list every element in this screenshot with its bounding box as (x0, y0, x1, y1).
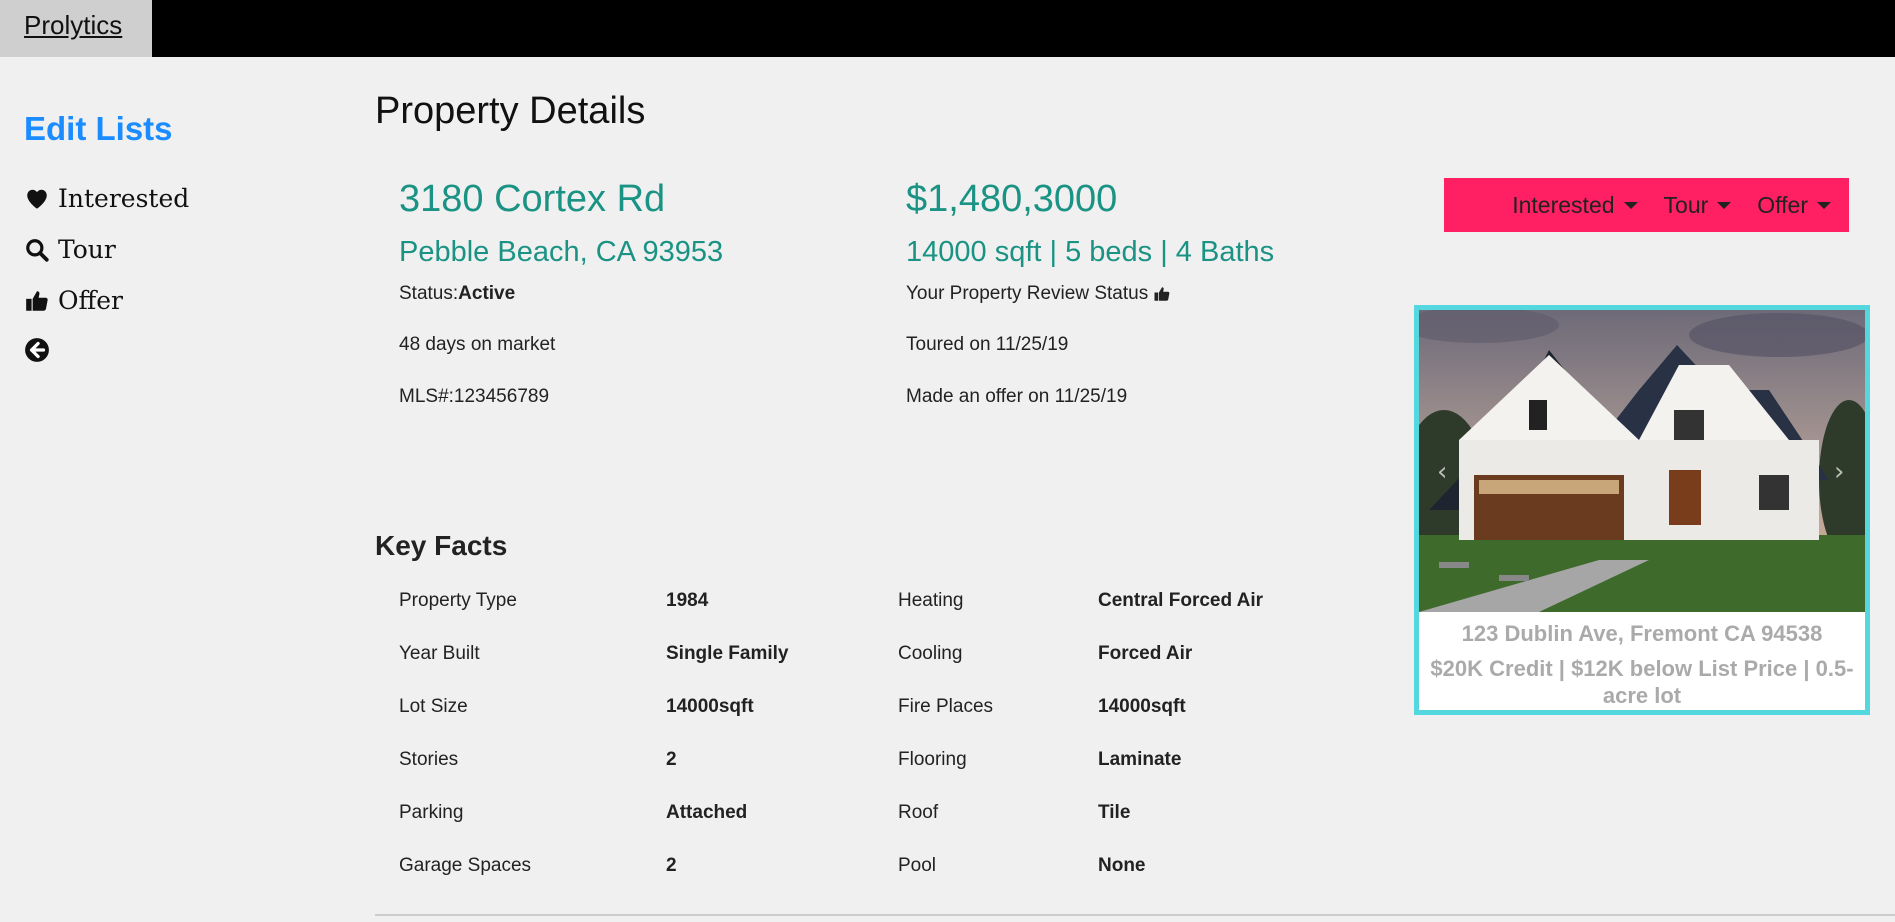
mls-number: MLS#:123456789 (399, 386, 550, 407)
property-price: $1,480,3000 (906, 178, 1118, 220)
fact-value: Attached (666, 802, 748, 823)
carousel-next-button[interactable] (1837, 470, 1865, 510)
fact-label: Stories (399, 749, 459, 770)
fact-value: Forced Air (1098, 643, 1193, 664)
fact-label: Cooling (898, 643, 963, 664)
fact-value: Tile (1098, 802, 1131, 823)
heart-icon (27, 189, 47, 209)
toured-date: Toured on 11/25/19 (906, 334, 1069, 355)
top-navbar: Prolytics (0, 0, 1895, 57)
fact-value: 14000sqft (1098, 696, 1186, 717)
fact-label: Year Built (399, 643, 480, 664)
thumbs-up-icon (1154, 287, 1170, 301)
tour-dropdown[interactable]: Tour (1664, 192, 1732, 219)
sidebar-item-offer[interactable]: Offer (24, 286, 123, 315)
fact-value: 2 (666, 749, 677, 770)
property-address-line2: Pebble Beach, CA 93953 (399, 236, 724, 268)
sidebar-item-back[interactable] (24, 337, 58, 363)
fact-label: Parking (399, 802, 464, 823)
action-bar: Interested Tour Offer (1444, 178, 1849, 232)
sidebar-item-label: Interested (58, 184, 190, 213)
property-address-line1: 3180 Cortex Rd (399, 178, 666, 220)
page-title: Property Details (375, 90, 646, 132)
fact-label: Flooring (898, 749, 967, 770)
fact-label: Roof (898, 802, 939, 823)
offer-date: Made an offer on 11/25/19 (906, 386, 1128, 407)
sidebar-item-interested[interactable]: Interested (24, 184, 189, 213)
carousel-address: 123 Dublin Ave, Fremont CA 94538 (1461, 621, 1823, 646)
divider (375, 914, 1895, 916)
interested-dropdown[interactable]: Interested (1512, 192, 1638, 219)
sidebar-title[interactable]: Edit Lists (24, 110, 173, 148)
fact-value: Single Family (666, 643, 789, 664)
fact-value: Central Forced Air (1098, 590, 1264, 611)
fact-value: None (1098, 855, 1146, 876)
search-icon (26, 238, 49, 262)
fact-label: Fire Places (898, 696, 994, 717)
review-status: Your Property Review Status (906, 283, 1171, 305)
sidebar-item-tour[interactable]: Tour (24, 235, 116, 264)
property-status: Status:Active (399, 283, 516, 304)
brand-link[interactable]: Prolytics (0, 0, 152, 57)
carousel-prev-button[interactable] (1419, 470, 1447, 510)
fact-label: Heating (898, 590, 964, 611)
thumbs-up-icon (26, 290, 48, 311)
sidebar-item-label: Offer (58, 286, 124, 315)
caret-down-icon (1717, 201, 1732, 209)
fact-label: Pool (898, 855, 937, 876)
fact-value: Laminate (1098, 749, 1182, 770)
offer-dropdown[interactable]: Offer (1757, 192, 1831, 219)
fact-label: Garage Spaces (399, 855, 532, 876)
carousel-description: $20K Credit | $12K below List Price | 0.… (1430, 656, 1854, 708)
days-on-market: 48 days on market (399, 334, 556, 355)
property-specs: 14000 sqft | 5 beds | 4 Baths (906, 236, 1275, 268)
caret-down-icon (1817, 201, 1831, 209)
property-carousel: ‹ › 123 Dublin Ave, Fremont CA 94538 $20… (1414, 305, 1870, 715)
fact-label: Lot Size (399, 696, 468, 717)
fact-value: 2 (666, 855, 677, 876)
fact-label: Property Type (399, 590, 517, 611)
status-value: Active (458, 283, 516, 304)
house-image: ‹ › (1419, 310, 1865, 612)
back-arrow-icon (25, 338, 49, 362)
caret-down-icon (1623, 201, 1638, 209)
fact-value: 1984 (666, 590, 709, 611)
key-facts-title: Key Facts (375, 530, 508, 561)
fact-value: 14000sqft (666, 696, 754, 717)
sidebar-item-label: Tour (58, 235, 116, 264)
